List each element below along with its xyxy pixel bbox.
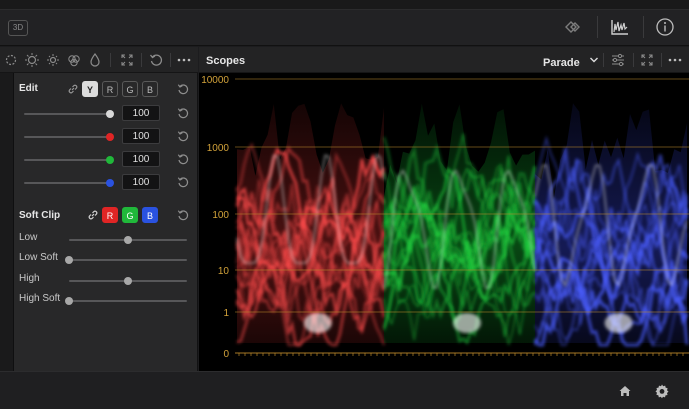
- toolbar-divider: [110, 53, 111, 67]
- header-divider: [603, 53, 604, 67]
- channel-slider-track[interactable]: [24, 159, 112, 161]
- link-icon[interactable]: [67, 83, 79, 95]
- parade-traces: [235, 103, 689, 348]
- channel-slider-track[interactable]: [24, 182, 112, 184]
- parade-scope[interactable]: 10000 1000 100 10 1 0: [199, 73, 689, 371]
- reset-edit-icon[interactable]: [176, 82, 190, 96]
- channel-value-field[interactable]: 100: [122, 174, 160, 190]
- channel-slider-track[interactable]: [24, 136, 112, 138]
- channel-slider-knob[interactable]: [106, 179, 114, 187]
- curve-mode-1-icon[interactable]: [3, 52, 19, 68]
- scopes-title: Scopes: [206, 55, 246, 67]
- toolbar-divider: [170, 53, 171, 67]
- soft-clip-row-label: Low Soft: [19, 252, 58, 263]
- color-circles-icon[interactable]: [66, 52, 82, 68]
- more-options-icon[interactable]: [667, 52, 683, 68]
- channel-value-field[interactable]: 100: [122, 128, 160, 144]
- soft-clip-row-label: Low: [19, 232, 38, 243]
- edit-label: Edit: [19, 83, 38, 94]
- viewer-mode-icon[interactable]: [562, 16, 584, 38]
- reset-icon[interactable]: [176, 129, 190, 143]
- channel-trace-peak: [453, 313, 482, 333]
- axis-tick-label: 1: [223, 308, 229, 319]
- soft-clip-slider-track[interactable]: [69, 300, 187, 302]
- reset-icon[interactable]: [176, 152, 190, 166]
- channel-slider-track[interactable]: [24, 113, 112, 115]
- toolbar-divider: [141, 53, 142, 67]
- channel-b-button[interactable]: B: [142, 81, 158, 97]
- header-divider: [633, 53, 634, 67]
- scopes-header: Scopes Parade: [199, 47, 689, 73]
- scope-mode-value: Parade: [543, 57, 580, 69]
- channel-y-button[interactable]: Y: [82, 81, 98, 97]
- scopes-icon[interactable]: [609, 16, 631, 38]
- soft-clip-slider-knob[interactable]: [124, 277, 132, 285]
- brightness-icon[interactable]: [45, 52, 61, 68]
- axis-tick-label: 10: [218, 266, 230, 277]
- chevron-down-icon: [590, 57, 598, 63]
- axis-tick-label: 10000: [201, 75, 229, 86]
- top-bar: 3D: [0, 0, 689, 46]
- expand-scope-icon[interactable]: [639, 52, 655, 68]
- channel-r-button[interactable]: R: [102, 81, 118, 97]
- channel-trace-peak: [604, 313, 633, 333]
- reset-icon[interactable]: [176, 175, 190, 189]
- header-divider: [661, 53, 662, 67]
- channel-value-field[interactable]: 100: [122, 151, 160, 167]
- curve-mode-2-icon[interactable]: [24, 52, 40, 68]
- soft-clip-slider-track[interactable]: [69, 259, 187, 261]
- left-edge-strip: [0, 47, 14, 371]
- drop-icon[interactable]: [87, 52, 103, 68]
- soft-clip-g-button[interactable]: G: [122, 207, 138, 223]
- soft-clip-slider-knob[interactable]: [65, 297, 73, 305]
- link-icon[interactable]: [87, 209, 99, 221]
- more-options-icon[interactable]: [176, 52, 192, 68]
- bottom-bar: [0, 371, 689, 409]
- channel-slider-knob[interactable]: [106, 133, 114, 141]
- expand-icon[interactable]: [119, 52, 135, 68]
- channel-g-button[interactable]: G: [122, 81, 138, 97]
- scope-mode-dropdown[interactable]: Parade: [543, 53, 598, 69]
- scope-settings-icon[interactable]: [610, 52, 626, 68]
- top-strip: [0, 0, 689, 10]
- soft-clip-r-button[interactable]: R: [102, 207, 118, 223]
- channel-value-field[interactable]: 100: [122, 105, 160, 121]
- home-icon[interactable]: [618, 384, 632, 398]
- reset-icon[interactable]: [176, 106, 190, 120]
- reset-all-icon[interactable]: [148, 52, 164, 68]
- reset-soft-clip-icon[interactable]: [176, 208, 190, 222]
- axis-tick-label: 0: [223, 349, 229, 360]
- soft-clip-row-label: High: [19, 273, 40, 284]
- axis-tick-label: 100: [212, 210, 229, 221]
- soft-clip-row-label: High Soft: [19, 293, 61, 304]
- soft-clip-label: Soft Clip: [19, 210, 61, 221]
- axis-tick-label: 1000: [207, 143, 230, 154]
- soft-clip-b-button[interactable]: B: [142, 207, 158, 223]
- parade-scope-graph: 1000010001001010: [201, 75, 689, 360]
- channel-slider-knob[interactable]: [106, 110, 114, 118]
- soft-clip-slider-knob[interactable]: [65, 256, 73, 264]
- channel-trace-peak: [303, 313, 332, 333]
- 3d-badge[interactable]: 3D: [8, 20, 28, 36]
- curves-toolbar: [0, 47, 198, 73]
- top-divider: [597, 16, 598, 38]
- info-icon[interactable]: [654, 16, 676, 38]
- soft-clip-slider-knob[interactable]: [124, 236, 132, 244]
- channel-slider-knob[interactable]: [106, 156, 114, 164]
- top-divider: [643, 16, 644, 38]
- settings-icon[interactable]: [654, 383, 670, 399]
